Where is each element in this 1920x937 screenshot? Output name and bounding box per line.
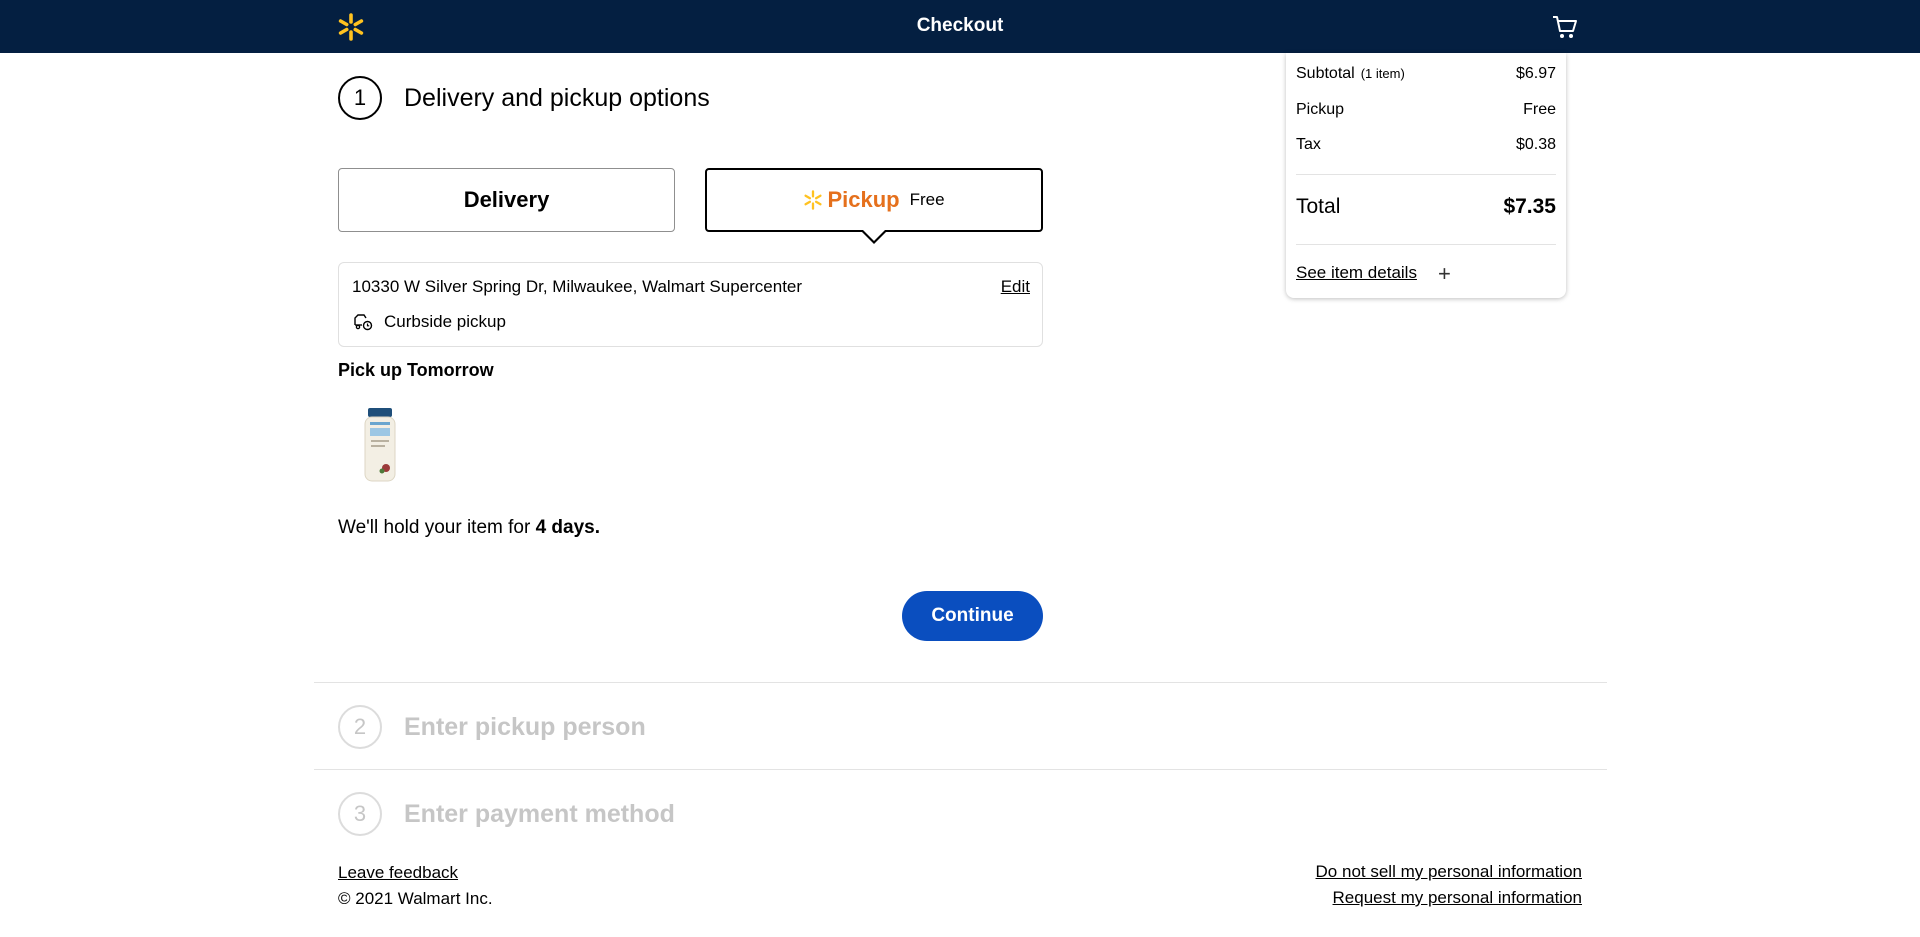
edit-store-link[interactable]: Edit (1001, 277, 1030, 297)
pickup-option-label: Pickup (827, 187, 900, 212)
request-info-link[interactable]: Request my personal information (1333, 888, 1582, 908)
curbside-car-icon (354, 314, 373, 331)
total-row: Total $7.35 (1296, 195, 1556, 219)
hold-prefix: We'll hold your item for (338, 517, 536, 538)
step-1-number: 1 (338, 76, 382, 120)
selected-caret-inner (862, 229, 886, 241)
hold-days: 4 days. (535, 517, 601, 538)
pickup-method: Curbside pickup (384, 312, 506, 331)
tax-row: Tax $0.38 (1296, 136, 1556, 154)
store-info-box: 10330 W Silver Spring Dr, Milwaukee, Wal… (338, 262, 1043, 347)
page-title: Checkout (916, 15, 1004, 36)
plus-icon[interactable]: + (1438, 261, 1451, 287)
summary-divider (1296, 244, 1556, 245)
tax-value: $0.38 (1515, 136, 1556, 153)
pickup-option-price: Free (909, 190, 945, 209)
continue-button[interactable]: Continue (902, 591, 1043, 641)
step-2-title: Enter pickup person (404, 713, 646, 741)
subtotal-label: Subtotal (1296, 65, 1355, 82)
header-bar: Checkout (0, 0, 1920, 53)
pickup-fee-row: Pickup Free (1296, 101, 1556, 119)
pickup-date-heading: Pick up Tomorrow (338, 360, 494, 380)
do-not-sell-link[interactable]: Do not sell my personal information (1316, 862, 1582, 882)
cart-icon[interactable] (1552, 14, 1578, 40)
subtotal-row: Subtotal (1 item) $6.97 (1296, 65, 1556, 83)
step-3-number: 3 (338, 792, 382, 836)
total-value: $7.35 (1503, 195, 1556, 218)
delivery-option-label: Delivery (463, 187, 550, 212)
step-1-title: Delivery and pickup options (404, 84, 710, 112)
store-address: 10330 W Silver Spring Dr, Milwaukee, Wal… (352, 277, 803, 296)
pickup-fee-label: Pickup (1296, 101, 1345, 118)
section-divider (314, 682, 1607, 683)
delivery-option-button[interactable]: Delivery (338, 168, 675, 232)
step-3-title: Enter payment method (404, 800, 675, 828)
summary-divider (1296, 174, 1556, 175)
subtotal-value: $6.97 (1515, 65, 1556, 82)
subtotal-item-count: (1 item) (1360, 66, 1405, 81)
walmart-spark-icon (804, 190, 823, 210)
tax-label: Tax (1296, 136, 1321, 153)
pickup-fee-value: Free (1523, 101, 1556, 118)
hold-message: We'll hold your item for 4 days. (338, 517, 600, 539)
step-2-number: 2 (338, 705, 382, 749)
copyright-text: © 2021 Walmart Inc. (338, 889, 493, 908)
order-summary-panel: Subtotal (1 item) $6.97 Pickup Free Tax $… (1286, 53, 1566, 298)
total-label: Total (1296, 195, 1341, 218)
product-thumbnail[interactable] (362, 408, 398, 484)
see-item-details-link[interactable]: See item details (1296, 263, 1417, 283)
leave-feedback-link[interactable]: Leave feedback (338, 863, 458, 883)
pickup-option-button[interactable]: Pickup Free (705, 168, 1043, 232)
section-divider (314, 769, 1607, 770)
